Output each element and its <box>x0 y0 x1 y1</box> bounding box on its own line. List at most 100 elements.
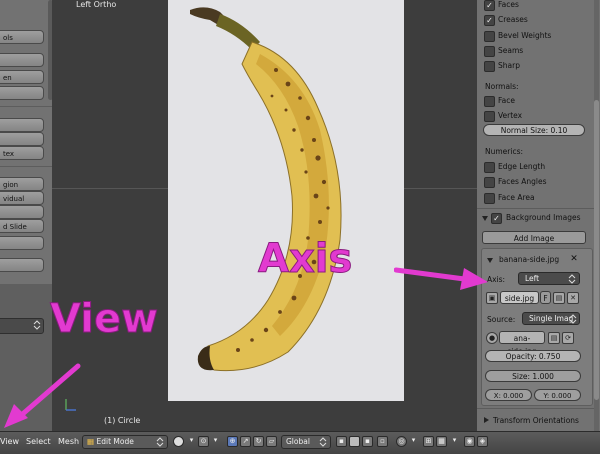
view-arrow <box>4 363 81 428</box>
mode-dropdown[interactable]: ▦ Edit Mode <box>82 435 168 449</box>
select-menu[interactable]: Select <box>26 437 51 446</box>
creases-checkbox[interactable]: ✓ <box>484 15 495 26</box>
seams-checkbox[interactable] <box>484 46 495 57</box>
sharp-checkbox[interactable] <box>484 61 495 72</box>
updown-icon[interactable]: ▾ <box>186 436 197 447</box>
collapse-triangle-icon[interactable] <box>481 214 489 222</box>
updown-icon[interactable]: ▾ <box>210 436 221 447</box>
render-icon[interactable]: ◉ <box>464 436 475 447</box>
proportional-editing-icon[interactable]: ◎ <box>396 436 407 447</box>
axis-dropdown[interactable]: Left <box>518 272 580 285</box>
scale-icon[interactable]: ▱ <box>266 436 277 447</box>
bevel-weights-label: Bevel Weights <box>498 31 552 40</box>
normals-heading: Normals: <box>485 82 519 91</box>
tool-button-5[interactable] <box>0 118 44 132</box>
face-normals-checkbox[interactable] <box>484 96 495 107</box>
vertex-normals-label: Vertex <box>498 111 523 120</box>
tool-button-8[interactable] <box>0 205 44 219</box>
face-normals-label: Face <box>498 96 515 105</box>
normal-size-slider[interactable]: Normal Size: 0.10 <box>483 124 585 136</box>
updown-icon[interactable]: ▾ <box>449 436 460 447</box>
shelf-divider <box>0 106 52 107</box>
snap-icon[interactable]: ⊞ <box>423 436 434 447</box>
background-images-checkbox[interactable]: ✓ <box>491 213 502 224</box>
updown-icon <box>319 437 327 447</box>
source-file-field[interactable]: ana-side.jpg <box>499 331 545 356</box>
image-datablock-icon[interactable]: ● <box>486 332 498 344</box>
faces-checkbox[interactable]: ✓ <box>484 0 495 11</box>
orientation-dropdown[interactable]: Global <box>281 435 331 449</box>
size-field[interactable]: Size: 1.000 <box>485 370 581 382</box>
background-images-label: Background Images <box>506 213 581 222</box>
folder-icon[interactable]: ▤ <box>548 332 560 344</box>
banana-image <box>190 7 342 372</box>
face-select-icon[interactable]: ▪ <box>362 436 373 447</box>
tool-button-11[interactable] <box>0 258 44 272</box>
3d-viewport[interactable]: Left Ortho (1) Circle <box>52 0 477 431</box>
tool-button-2[interactable] <box>0 53 44 67</box>
viewport-shading-icon[interactable] <box>173 436 184 447</box>
source-label: Source: <box>487 315 516 324</box>
close-icon[interactable]: ✕ <box>569 254 579 264</box>
refresh-icon[interactable]: ⟳ <box>562 332 574 344</box>
pivot-point-icon[interactable]: ⊙ <box>198 436 209 447</box>
faces-label: Faces <box>498 0 519 9</box>
axis-arrow <box>394 267 488 290</box>
render-anim-icon[interactable]: ◈ <box>477 436 488 447</box>
updown-icon <box>33 320 41 330</box>
axis-annotation: Axis <box>257 236 353 283</box>
updown-icon <box>569 314 577 324</box>
add-image-button[interactable]: Add Image <box>482 231 586 244</box>
edge-select-icon[interactable] <box>349 436 360 447</box>
sharp-label: Sharp <box>498 61 520 70</box>
expand-triangle-icon[interactable] <box>482 416 490 424</box>
x-offset-field[interactable]: X: 0.000 <box>485 389 532 401</box>
tool-button-4[interactable] <box>0 86 44 100</box>
operator-dropdown[interactable] <box>0 318 44 334</box>
vertex-select-icon[interactable]: ▪ <box>336 436 347 447</box>
tool-button-6[interactable] <box>0 132 44 146</box>
vertex-normals-checkbox[interactable] <box>484 111 495 122</box>
source-dropdown[interactable]: Single Imag <box>522 312 580 325</box>
image-file-field[interactable]: side.jpg <box>500 291 539 304</box>
creases-label: Creases <box>498 15 528 24</box>
updown-icon <box>156 437 164 447</box>
tool-button-3[interactable]: en <box>0 70 44 84</box>
y-offset-field[interactable]: Y: 0.000 <box>534 389 581 401</box>
image-icon[interactable]: ▣ <box>486 292 498 304</box>
folder-icon[interactable]: ▤ <box>553 292 565 304</box>
occlude-geometry-icon[interactable]: ▫ <box>377 436 388 447</box>
shelf-divider <box>0 166 52 167</box>
active-object-label: (1) Circle <box>104 416 141 425</box>
axis-value: Left <box>525 274 540 283</box>
view-menu[interactable]: View <box>0 437 19 446</box>
edge-length-checkbox[interactable] <box>484 162 495 173</box>
tool-button-vertex[interactable]: tex <box>0 146 44 160</box>
tool-button-10[interactable] <box>0 236 44 250</box>
rotate-icon[interactable]: ↻ <box>253 436 264 447</box>
faces-angles-checkbox[interactable] <box>484 177 495 188</box>
tool-button-individual[interactable]: vidual <box>0 191 44 205</box>
edge-length-label: Edge Length <box>498 162 546 171</box>
close-icon[interactable]: ✕ <box>567 292 579 304</box>
bevel-weights-checkbox[interactable] <box>484 31 495 42</box>
tool-button-1[interactable]: ols <box>0 30 44 44</box>
updown-icon <box>568 274 576 284</box>
updown-icon[interactable]: ▾ <box>408 436 419 447</box>
numerics-heading: Numerics: <box>485 147 524 156</box>
fake-user-toggle[interactable]: F <box>540 291 551 304</box>
translate-icon[interactable]: ↗ <box>240 436 251 447</box>
section-divider <box>477 408 594 409</box>
mesh-menu[interactable]: Mesh <box>58 437 79 446</box>
opacity-slider[interactable]: Opacity: 0.750 <box>485 350 581 362</box>
seams-label: Seams <box>498 46 524 55</box>
snap-element-icon[interactable]: ▦ <box>436 436 447 447</box>
background-image <box>168 0 404 401</box>
face-area-checkbox[interactable] <box>484 193 495 204</box>
viewport-header: View Select Mesh ▦ Edit Mode ▾ ⊙ ▾ ⊕ ↗ ↻… <box>0 431 600 454</box>
tool-button-edge-slide[interactable]: d Slide <box>0 219 44 233</box>
properties-scrollbar-thumb[interactable] <box>594 100 599 400</box>
tool-button-region[interactable]: gion <box>0 177 44 191</box>
manipulator-toggle-icon[interactable]: ⊕ <box>227 436 238 447</box>
transform-orientations-label[interactable]: Transform Orientations <box>493 416 579 425</box>
